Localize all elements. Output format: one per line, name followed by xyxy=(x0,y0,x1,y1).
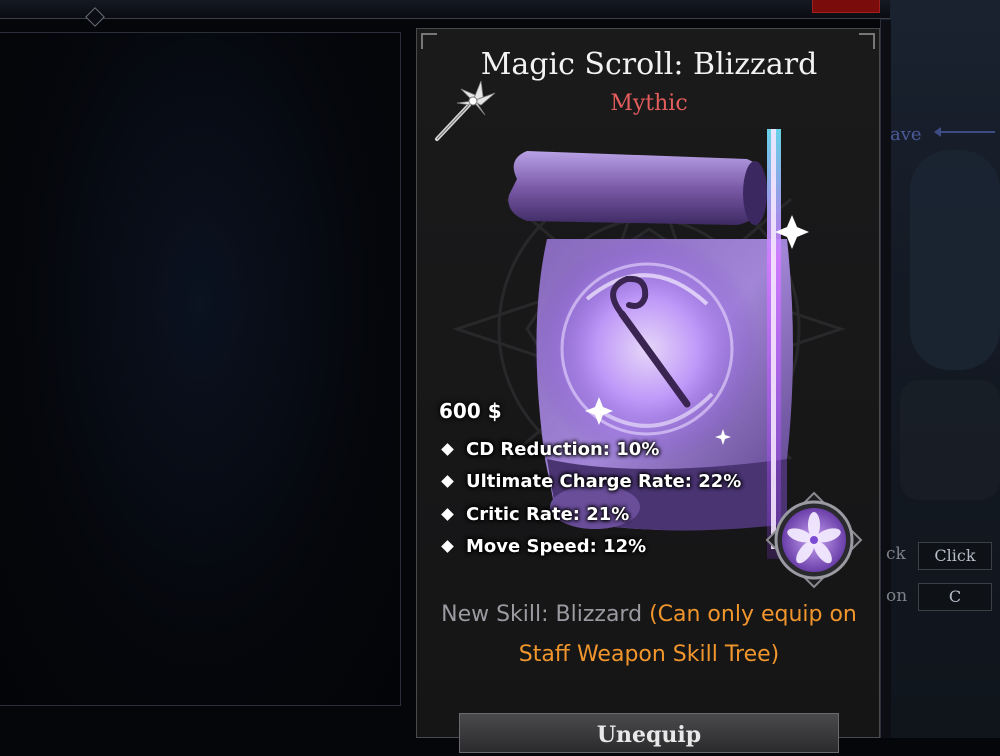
top-bar xyxy=(0,0,890,19)
background-scene xyxy=(880,0,1000,738)
flower-skill-icon xyxy=(765,491,863,589)
item-price: 600 $ xyxy=(439,399,502,423)
keybind-button[interactable]: C xyxy=(918,583,992,611)
diamond-bullet-icon xyxy=(441,475,454,489)
arrow-left-icon xyxy=(934,127,995,137)
stat-label: CD Reduction: 10% xyxy=(466,438,660,460)
close-button[interactable] xyxy=(812,0,880,13)
keybind-button[interactable]: Click xyxy=(918,542,992,570)
stat-row: CD Reduction: 10% xyxy=(439,433,741,466)
diamond-bullet-icon xyxy=(441,540,454,554)
control-label: ck xyxy=(886,544,906,564)
control-label: on xyxy=(886,586,908,606)
stat-row: Move Speed: 12% xyxy=(439,531,741,564)
item-tooltip: Magic Scroll: Blizzard Mythic 600 $ CD R… xyxy=(416,28,880,753)
stat-label: Critic Rate: 21% xyxy=(466,503,630,525)
skill-description: New Skill: Blizzard (Can only equip on S… xyxy=(437,595,861,675)
stat-row: Critic Rate: 21% xyxy=(439,498,741,531)
stat-label: Ultimate Charge Rate: 22% xyxy=(466,471,742,493)
stat-label: Move Speed: 12% xyxy=(466,536,647,558)
save-hint: ave xyxy=(890,124,922,145)
diamond-bullet-icon xyxy=(441,442,454,456)
stat-list: CD Reduction: 10% Ultimate Charge Rate: … xyxy=(439,433,741,563)
preview-panel xyxy=(0,32,401,706)
diamond-bullet-icon xyxy=(441,507,454,521)
skill-name: New Skill: Blizzard xyxy=(441,602,643,627)
stat-row: Ultimate Charge Rate: 22% xyxy=(439,466,741,499)
unequip-button[interactable]: Unequip xyxy=(459,713,839,753)
